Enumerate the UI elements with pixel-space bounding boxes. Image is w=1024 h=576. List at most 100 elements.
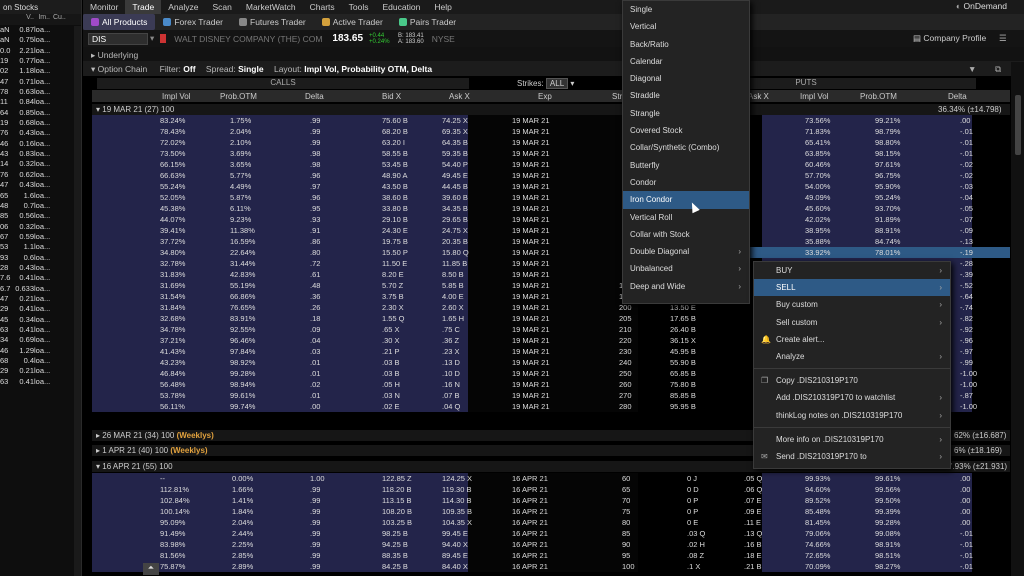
menu-education[interactable]: Education xyxy=(376,0,428,14)
list-item[interactable]: 76 0.62 loa... xyxy=(0,170,81,180)
table-row[interactable]: 34.80% 22.64% .80 15.50 P 15.80 Q 19 MAR 21 33… xyxy=(92,247,1010,258)
menu-analyze[interactable]: Analyze xyxy=(161,0,205,14)
collapse-icon[interactable]: ▾ xyxy=(91,64,98,74)
table-row[interactable]: 55.24% 4.49% .97 43.50 B 44.45 B 19 MAR 21 54.… xyxy=(92,181,1010,192)
menu-item-deep-and-wide[interactable]: Deep and Wide › xyxy=(623,278,749,295)
menu-item-diagonal[interactable]: Diagonal xyxy=(623,70,749,87)
list-item[interactable]: 63 0.41 loa... xyxy=(0,377,81,387)
menu-trade[interactable]: Trade xyxy=(125,0,162,14)
table-row[interactable]: 112.81% 1.66% .99 118.20 B 119.30 B 16 APR 21… xyxy=(92,484,1010,495)
list-item[interactable]: 0.0 2.21 loa... xyxy=(0,46,81,56)
tab-forex-trader[interactable]: Forex Trader xyxy=(155,14,231,30)
col-put-impl-vol[interactable]: Impl Vol xyxy=(800,92,828,101)
list-item[interactable]: 93 0.6 loa... xyxy=(0,253,81,263)
menu-item-send-dis210319p170-to[interactable]: ✉ Send .DIS210319P170 to › xyxy=(754,448,950,465)
table-row[interactable]: 73.50% 3.69% .98 58.55 B 59.35 B 19 MAR 21 63.… xyxy=(92,148,1010,159)
col-put-ask[interactable]: Ask X xyxy=(748,92,769,101)
filter-value[interactable]: Off xyxy=(183,64,195,74)
table-row[interactable]: 95.09% 2.04% .99 103.25 B 104.35 X 16 APR 21 8… xyxy=(92,517,1010,528)
list-item[interactable]: 47 0.71 loa... xyxy=(0,77,81,87)
menu-item-create-alert-[interactable]: 🔔 Create alert... xyxy=(754,331,950,348)
menu-item-calendar[interactable]: Calendar xyxy=(623,53,749,70)
menu-marketwatch[interactable]: MarketWatch xyxy=(239,0,303,14)
table-row[interactable]: 78.43% 2.04% .99 68.20 B 69.35 X 19 MAR 21 71.… xyxy=(92,126,1010,137)
strikes-selector[interactable]: Strikes: ALL ▾ xyxy=(517,78,574,89)
table-row[interactable]: 91.49% 2.44% .99 98.25 B 99.45 E 16 APR 21 85.… xyxy=(92,528,1010,539)
list-item[interactable]: 46 0.16 loa... xyxy=(0,139,81,149)
menu-item-add-dis210319p170-to-watchlist[interactable]: Add .DIS210319P170 to watchlist › xyxy=(754,389,950,406)
menu-item-iron-condor[interactable]: Iron Condor xyxy=(623,191,749,209)
company-profile-button[interactable]: ▤ Company Profile xyxy=(913,33,986,44)
col-call-prob-otm[interactable]: Prob.OTM xyxy=(220,92,257,101)
table-row[interactable]: 37.72% 16.59% .86 19.75 B 20.35 B 19 MAR 21 35… xyxy=(92,236,1010,247)
scroll-up-icon[interactable]: ⏶ xyxy=(143,563,159,575)
menu-item-more-info-on-dis210319p170[interactable]: More info on .DIS210319P170 › xyxy=(754,431,950,448)
table-row[interactable]: 102.84% 1.41% .99 113.15 B 114.30 B 16 APR 21… xyxy=(92,495,1010,506)
col-call-impl-vol[interactable]: Impl Vol xyxy=(162,92,190,101)
menu-item-vertical[interactable]: Vertical xyxy=(623,18,749,35)
table-row[interactable]: 44.07% 9.23% .93 29.10 B 29.65 B 19 MAR 21 42.… xyxy=(92,214,1010,225)
list-item[interactable]: 28 0.43 loa... xyxy=(0,263,81,273)
table-row[interactable]: 39.41% 11.38% .91 24.30 E 24.75 X 19 MAR 21 38… xyxy=(92,225,1010,236)
list-item[interactable]: 34 0.69 loa... xyxy=(0,335,81,345)
popout-icon[interactable]: ⧉ xyxy=(995,64,1001,75)
list-item[interactable]: 47 0.21 loa... xyxy=(0,294,81,304)
list-item[interactable]: 19 0.68 loa... xyxy=(0,118,81,128)
dropdown-icon[interactable]: ▼ xyxy=(968,64,976,74)
table-row[interactable]: 100.14% 1.84% .99 108.20 B 109.35 B 16 APR 21… xyxy=(92,506,1010,517)
list-item[interactable]: 76 0.43 loa... xyxy=(0,128,81,138)
col-header[interactable]: Cu.. xyxy=(50,14,70,25)
list-item[interactable]: 29 0.21 loa... xyxy=(0,366,81,376)
table-row[interactable]: 83.24% 1.75% .99 75.60 B 74.25 X 19 MAR 21 73.… xyxy=(92,115,1010,126)
list-item[interactable]: 85 0.56 loa... xyxy=(0,211,81,221)
spread-value[interactable]: Single xyxy=(238,64,264,74)
menu-item-back-ratio[interactable]: Back/Ratio xyxy=(623,36,749,53)
tab-futures-trader[interactable]: Futures Trader xyxy=(231,14,314,30)
table-row[interactable]: 75.87% 2.89% .99 84.25 B 84.40 X 16 APR 21 100… xyxy=(92,561,1010,572)
menu-item-double-diagonal[interactable]: Double Diagonal › xyxy=(623,243,749,260)
col-header[interactable]: V.. xyxy=(12,14,34,25)
col-strike[interactable]: Str xyxy=(612,92,622,101)
table-row[interactable]: 66.15% 3.65% .98 53.45 B 54.40 P 19 MAR 21 60.… xyxy=(92,159,1010,170)
table-row[interactable]: 52.05% 5.87% .96 38.60 B 39.60 B 19 MAR 21 49.… xyxy=(92,192,1010,203)
menu-item-sell-custom[interactable]: Sell custom › xyxy=(754,314,950,331)
menu-icon[interactable]: ☰ xyxy=(999,33,1007,44)
list-item[interactable]: 46 1.29 loa... xyxy=(0,346,81,356)
col-bid[interactable]: Bid X xyxy=(382,92,401,101)
list-item[interactable]: 63 0.41 loa... xyxy=(0,325,81,335)
list-item[interactable]: 06 0.32 loa... xyxy=(0,222,81,232)
symbol-input[interactable]: DIS xyxy=(88,32,148,45)
list-item[interactable]: 43 0.83 loa... xyxy=(0,149,81,159)
list-item[interactable]: aN 0.75 loa... xyxy=(0,35,81,45)
list-item[interactable]: 7.6 0.41 loa... xyxy=(0,273,81,283)
menu-item-buy[interactable]: BUY › xyxy=(754,262,950,279)
table-row[interactable]: 81.56% 2.85% .99 88.35 B 89.45 E 16 APR 21 95.… xyxy=(92,550,1010,561)
col-put-prob-otm[interactable]: Prob.OTM xyxy=(860,92,897,101)
col-exp[interactable]: Exp xyxy=(538,92,552,101)
list-item[interactable]: 6.7 0.633 loa... xyxy=(0,284,81,294)
menu-item-collar-synthetic-combo-[interactable]: Collar/Synthetic (Combo) xyxy=(623,139,749,156)
ondemand-button[interactable]: ◐ OnDemand xyxy=(956,1,1007,11)
col-ask[interactable]: Ask X xyxy=(449,92,470,101)
tab-all-products[interactable]: All Products xyxy=(83,14,156,30)
layout-value[interactable]: Impl Vol, Probability OTM, Delta xyxy=(304,64,432,74)
list-item[interactable]: 02 1.18 loa... xyxy=(0,66,81,76)
col-put-delta[interactable]: Delta xyxy=(948,92,967,101)
list-item[interactable]: 64 0.85 loa... xyxy=(0,108,81,118)
list-item[interactable]: 65 1.6 loa... xyxy=(0,191,81,201)
list-item[interactable]: 45 0.34 loa... xyxy=(0,315,81,325)
list-item[interactable]: 78 0.63 loa... xyxy=(0,87,81,97)
menu-item-thinklog-notes-on-dis210319p170[interactable]: thinkLog notes on .DIS210319P170 › xyxy=(754,407,950,424)
col-call-delta[interactable]: Delta xyxy=(305,92,324,101)
list-item[interactable]: 68 0.4 loa... xyxy=(0,356,81,366)
menu-item-single[interactable]: Single xyxy=(623,1,749,18)
chevron-down-icon[interactable]: ▾ xyxy=(150,33,154,44)
table-row[interactable]: -- 0.00% 1.00 122.85 Z 124.25 X 16 APR 21 60 0 … xyxy=(92,473,1010,484)
menu-item-copy-dis210319p170[interactable]: ❐ Copy .DIS210319P170 xyxy=(754,372,950,389)
menu-item-analyze[interactable]: Analyze › xyxy=(754,348,950,365)
underlying-section[interactable]: ▸ Underlying xyxy=(83,47,1024,61)
menu-tools[interactable]: Tools xyxy=(342,0,376,14)
table-row[interactable]: 66.63% 5.77% .96 48.90 A 49.45 E 19 MAR 21 57.… xyxy=(92,170,1010,181)
table-row[interactable]: 83.98% 2.25% .99 94.25 B 94.40 X 16 APR 21 90.… xyxy=(92,539,1010,550)
menu-charts[interactable]: Charts xyxy=(303,0,342,14)
